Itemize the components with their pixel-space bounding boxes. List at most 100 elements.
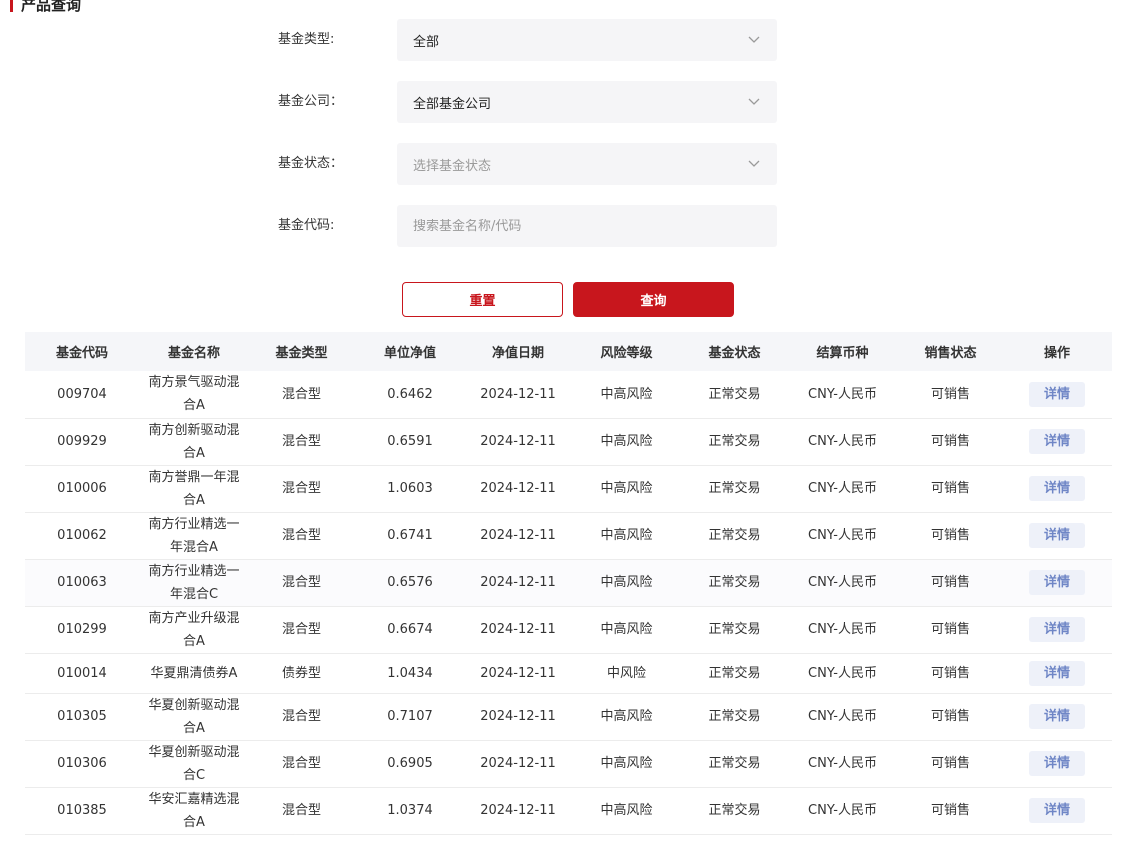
fund-sale-cell: 可销售: [899, 418, 1002, 466]
fund-sale-cell: 可销售: [899, 371, 1002, 419]
fund-company-select[interactable]: 全部基金公司: [397, 81, 777, 123]
table-row: 010305 华夏创新驱动混合A 混合型 0.7107 2024-12-11 中…: [25, 693, 1112, 741]
fund-risk-cell: 中高风险: [570, 465, 683, 513]
table-row: 009929 南方创新驱动混合A 混合型 0.6591 2024-12-11 中…: [25, 418, 1112, 466]
fund-date-cell: 2024-12-11: [466, 418, 570, 466]
fund-type-cell: 混合型: [249, 787, 354, 835]
fund-currency-cell: CNY-人民币: [786, 740, 899, 788]
table-row: 010062 南方行业精选一年混合A 混合型 0.6741 2024-12-11…: [25, 512, 1112, 560]
fund-table-container: 基金代码 基金名称 基金类型 单位净值 净值日期 风险等级 基金状态 结算币种 …: [25, 332, 1112, 835]
fund-type-cell: 混合型: [249, 559, 354, 607]
column-header-code: 基金代码: [25, 332, 139, 371]
column-header-currency: 结算币种: [786, 332, 899, 371]
fund-currency-cell: CNY-人民币: [786, 653, 899, 694]
fund-risk-cell: 中高风险: [570, 418, 683, 466]
fund-status-cell: 正常交易: [683, 740, 786, 788]
fund-status-placeholder: 选择基金状态: [413, 158, 492, 174]
fund-status-cell: 正常交易: [683, 418, 786, 466]
fund-status-select[interactable]: 选择基金状态: [397, 143, 777, 185]
fund-action-cell: 详情: [1002, 465, 1112, 513]
fund-action-cell: 详情: [1002, 606, 1112, 654]
fund-date-cell: 2024-12-11: [466, 606, 570, 654]
fund-risk-cell: 中高风险: [570, 371, 683, 419]
fund-nav-cell: 0.6462: [354, 371, 466, 419]
fund-currency-cell: CNY-人民币: [786, 418, 899, 466]
search-button[interactable]: 查询: [573, 282, 734, 317]
fund-status-cell: 正常交易: [683, 653, 786, 694]
fund-code-cell: 010006: [25, 465, 139, 513]
fund-name-cell: 南方行业精选一年混合C: [139, 559, 249, 607]
fund-nav-cell: 0.7107: [354, 693, 466, 741]
detail-button[interactable]: 详情: [1029, 476, 1085, 501]
fund-name-cell: 南方景气驱动混合A: [139, 371, 249, 419]
detail-button[interactable]: 详情: [1029, 617, 1085, 642]
fund-date-cell: 2024-12-11: [466, 787, 570, 835]
fund-nav-cell: 0.6674: [354, 606, 466, 654]
fund-name-cell: 南方誉鼎一年混合A: [139, 465, 249, 513]
detail-button[interactable]: 详情: [1029, 751, 1085, 776]
fund-action-cell: 详情: [1002, 559, 1112, 607]
fund-code-cell: 010305: [25, 693, 139, 741]
fund-status-label: 基金状态：: [278, 156, 344, 171]
column-header-nav: 单位净值: [354, 332, 466, 371]
fund-type-cell: 混合型: [249, 418, 354, 466]
fund-type-value: 全部: [413, 34, 440, 50]
page-title: 产品查询: [10, 0, 81, 14]
detail-button[interactable]: 详情: [1029, 381, 1085, 407]
table-row: 010306 华夏创新驱动混合C 混合型 0.6905 2024-12-11 中…: [25, 740, 1112, 788]
column-header-action: 操作: [1002, 332, 1112, 371]
fund-status-cell: 正常交易: [683, 787, 786, 835]
table-row: 010014 华夏鼎清债券A 债券型 1.0434 2024-12-11 中风险…: [25, 653, 1112, 694]
fund-sale-cell: 可销售: [899, 693, 1002, 741]
fund-risk-cell: 中高风险: [570, 693, 683, 741]
fund-company-label: 基金公司：: [278, 94, 344, 109]
fund-sale-cell: 可销售: [899, 559, 1002, 607]
detail-button[interactable]: 详情: [1029, 704, 1085, 729]
fund-name-cell: 华安汇嘉精选混合A: [139, 787, 249, 835]
fund-code-cell: 010299: [25, 606, 139, 654]
detail-button[interactable]: 详情: [1029, 570, 1085, 595]
column-header-type: 基金类型: [249, 332, 354, 371]
fund-status-cell: 正常交易: [683, 512, 786, 560]
column-header-date: 净值日期: [466, 332, 570, 371]
fund-nav-cell: 0.6591: [354, 418, 466, 466]
detail-button[interactable]: 详情: [1029, 660, 1085, 686]
fund-name-cell: 华夏鼎清债券A: [139, 653, 249, 694]
fund-date-cell: 2024-12-11: [466, 465, 570, 513]
fund-risk-cell: 中高风险: [570, 512, 683, 560]
fund-type-cell: 债券型: [249, 653, 354, 694]
fund-status-cell: 正常交易: [683, 559, 786, 607]
fund-risk-cell: 中高风险: [570, 787, 683, 835]
reset-button[interactable]: 重置: [402, 282, 563, 317]
fund-currency-cell: CNY-人民币: [786, 512, 899, 560]
fund-risk-cell: 中风险: [570, 653, 683, 694]
fund-code-search-input[interactable]: [413, 218, 761, 234]
fund-status-row: 基金状态： 选择基金状态: [0, 143, 1136, 185]
detail-button[interactable]: 详情: [1029, 523, 1085, 548]
fund-company-row: 基金公司： 全部基金公司: [0, 81, 1136, 123]
fund-type-label: 基金类型:: [278, 32, 335, 47]
fund-nav-cell: 0.6905: [354, 740, 466, 788]
fund-sale-cell: 可销售: [899, 787, 1002, 835]
fund-sale-cell: 可销售: [899, 653, 1002, 694]
fund-code-cell: 010306: [25, 740, 139, 788]
fund-code-row: 基金代码:: [0, 205, 1136, 247]
fund-nav-cell: 0.6576: [354, 559, 466, 607]
fund-date-cell: 2024-12-11: [466, 371, 570, 419]
fund-type-select[interactable]: 全部: [397, 19, 777, 61]
fund-risk-cell: 中高风险: [570, 559, 683, 607]
detail-button[interactable]: 详情: [1029, 798, 1085, 823]
fund-status-cell: 正常交易: [683, 693, 786, 741]
fund-code-cell: 009704: [25, 371, 139, 419]
fund-code-field: [397, 205, 777, 247]
fund-date-cell: 2024-12-11: [466, 559, 570, 607]
fund-type-cell: 混合型: [249, 512, 354, 560]
fund-type-cell: 混合型: [249, 693, 354, 741]
column-header-sale: 销售状态: [899, 332, 1002, 371]
detail-button[interactable]: 详情: [1029, 429, 1085, 454]
fund-currency-cell: CNY-人民币: [786, 559, 899, 607]
fund-company-value: 全部基金公司: [413, 96, 492, 112]
table-row: 009704 南方景气驱动混合A 混合型 0.6462 2024-12-11 中…: [25, 371, 1112, 419]
chevron-down-icon: [747, 157, 761, 171]
fund-type-cell: 混合型: [249, 465, 354, 513]
